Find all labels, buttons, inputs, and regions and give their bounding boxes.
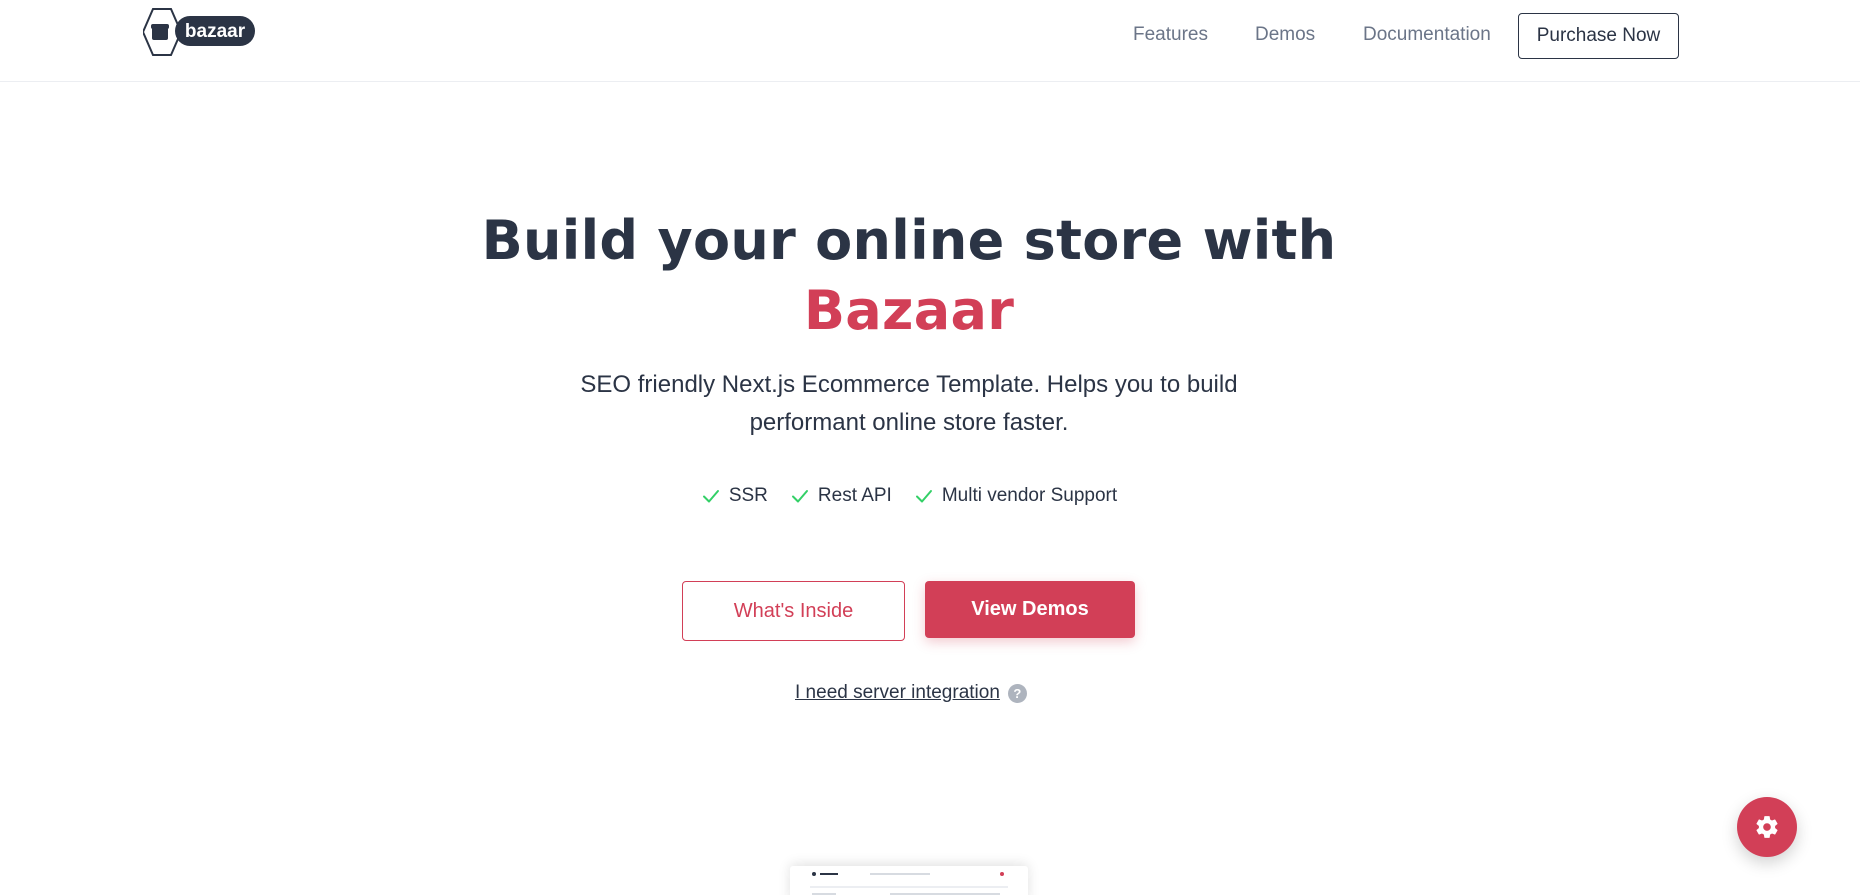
hero-title-line: Build your online store with <box>481 209 1337 272</box>
preview-divider <box>810 886 1008 888</box>
nav-demos-link[interactable]: Demos <box>1255 24 1315 46</box>
whats-inside-button[interactable]: What's Inside <box>682 581 905 641</box>
nav-documentation-link[interactable]: Documentation <box>1363 24 1491 46</box>
view-demos-button[interactable]: View Demos <box>925 581 1135 638</box>
preview-search-bar <box>870 873 930 875</box>
feature-item: Rest API <box>790 485 892 507</box>
hero-subtitle-line2: performant online store faster. <box>749 409 1069 436</box>
check-icon <box>915 490 932 503</box>
settings-button[interactable] <box>1737 797 1797 857</box>
feature-label: Multi vendor Support <box>941 485 1118 506</box>
feature-label: Rest API <box>817 485 892 506</box>
feature-list: SSR Rest API Multi vendor Support <box>0 485 1818 507</box>
hero-title: Build your online store with Bazaar <box>0 206 1818 346</box>
site-header: bazaar Features Demos Documentation Purc… <box>0 0 1860 82</box>
gear-icon <box>1756 816 1778 838</box>
preview-cart-dot <box>1000 872 1004 876</box>
hero-subtitle-line1: SEO friendly Next.js Ecommerce Template.… <box>580 371 1238 398</box>
check-icon <box>791 490 808 503</box>
check-icon <box>702 490 719 503</box>
feature-item: SSR <box>701 485 768 507</box>
feature-label: SSR <box>728 485 768 506</box>
hero-title-brand: Bazaar <box>803 279 1015 342</box>
preview-logo-dot <box>812 872 816 876</box>
hero-subtitle: SEO friendly Next.js Ecommerce Template.… <box>0 366 1818 442</box>
server-integration: I need server integration ? <box>795 682 1027 704</box>
preview-logo-bar <box>820 873 838 875</box>
main-nav: Features Demos Documentation Purchase No… <box>0 0 1860 82</box>
help-icon[interactable]: ? <box>1007 683 1027 703</box>
demo-preview-thumbnail <box>790 866 1028 895</box>
server-integration-link[interactable]: I need server integration <box>795 682 1000 704</box>
feature-item: Multi vendor Support <box>914 485 1117 507</box>
nav-features-link[interactable]: Features <box>1133 24 1208 46</box>
purchase-now-button[interactable]: Purchase Now <box>1518 13 1679 59</box>
